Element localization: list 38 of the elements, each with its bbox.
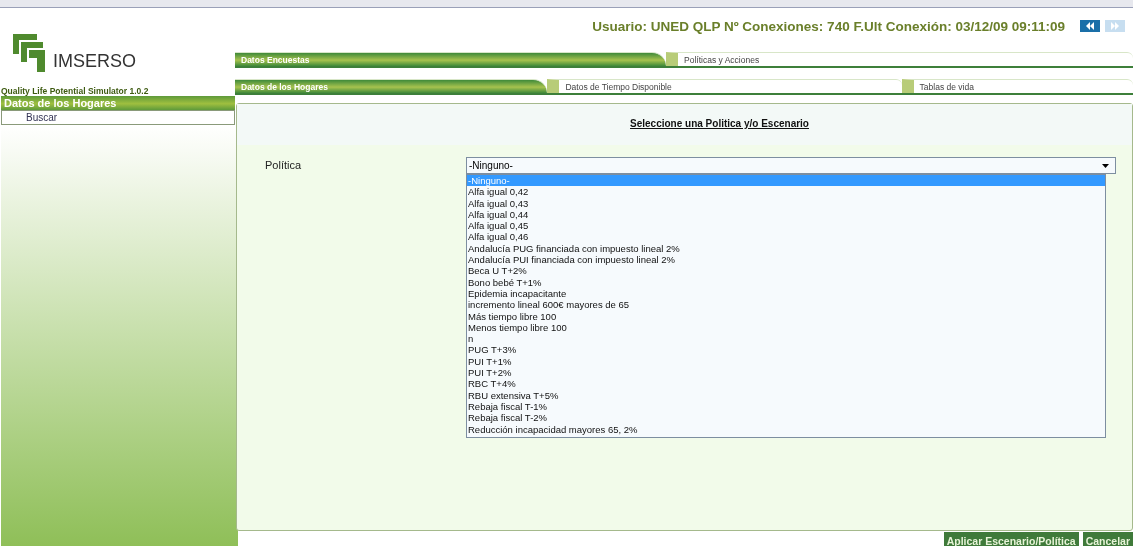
dropdown-option[interactable]: Andalucía PUG financiada con impuesto lineal 2%: [467, 242, 1105, 255]
policy-select[interactable]: -Ninguno-: [466, 157, 1116, 174]
tab[interactable]: Políticas y Acciones: [666, 52, 1133, 66]
panel-title: Seleccione una Politica y/o Escenario: [630, 118, 809, 129]
dropdown-option[interactable]: Reducción incapacidad mayores 65, 2%: [467, 423, 1105, 435]
dropdown-option[interactable]: incremento lineal 600€ mayores de 65: [467, 299, 1105, 311]
dropdown-option[interactable]: Alfa igual 0,45: [467, 220, 1105, 232]
dropdown-option[interactable]: PUI T+1%: [467, 355, 1105, 368]
field-label: Política: [265, 158, 303, 173]
previous-button[interactable]: [1080, 20, 1100, 32]
dropdown-option[interactable]: n: [467, 333, 1105, 345]
sidebar-title: Datos de los Hogares: [1, 96, 235, 110]
dropdown-option[interactable]: Alfa igual 0,42: [467, 186, 1105, 198]
dropdown-option[interactable]: RBU extensiva T+5%: [467, 389, 1105, 401]
dropdown-option[interactable]: Alfa igual 0,43: [467, 197, 1105, 209]
double-right-arrow-icon: [1110, 22, 1120, 30]
dropdown-option[interactable]: Menos tiempo libre 100: [467, 321, 1105, 334]
dropdown-option[interactable]: Alfa igual 0,44: [467, 208, 1105, 221]
dropdown-option[interactable]: RBC T+4%: [467, 378, 1105, 390]
app-subtitle: Quality Life Potential Simulator 1.0.2: [1, 86, 150, 96]
logo-name: IMSERSO: [53, 51, 136, 72]
dropdown-option[interactable]: Rebaja fiscal T-2%: [467, 412, 1105, 424]
dropdown-option[interactable]: Alfa igual 0,46: [467, 231, 1105, 243]
sidebar-item[interactable]: Buscar: [1, 110, 235, 125]
user-info: Usuario: UNED QLP Nº Conexiones: 740 F.Ult Conexión: 03/12/09 09:11:09: [592, 18, 1065, 34]
tab[interactable]: Tablas de vida: [901, 79, 1133, 93]
tab[interactable]: Datos de Tiempo Disponible: [547, 79, 902, 93]
dropdown-option[interactable]: Andalucía PUI financiada con impuesto lineal 2%: [467, 254, 1105, 266]
dropdown-option[interactable]: PUI T+2%: [467, 367, 1105, 379]
dropdown-option[interactable]: Más tiempo libre 100: [467, 310, 1105, 322]
double-left-arrow-icon: [1085, 22, 1095, 30]
dropdown-option[interactable]: Epidemia incapacitante: [467, 287, 1105, 300]
dropdown-option[interactable]: Bono bebé T+1%: [467, 276, 1105, 288]
dropdown-arrow-icon: [1102, 163, 1109, 168]
dropdown-option[interactable]: Rebaja fiscal T-1%: [467, 400, 1105, 413]
dropdown-option[interactable]: PUG T+3%: [467, 344, 1105, 356]
dropdown-option[interactable]: Beca U T+2%: [467, 265, 1105, 277]
cancel-button[interactable]: Cancelar: [1082, 532, 1133, 546]
